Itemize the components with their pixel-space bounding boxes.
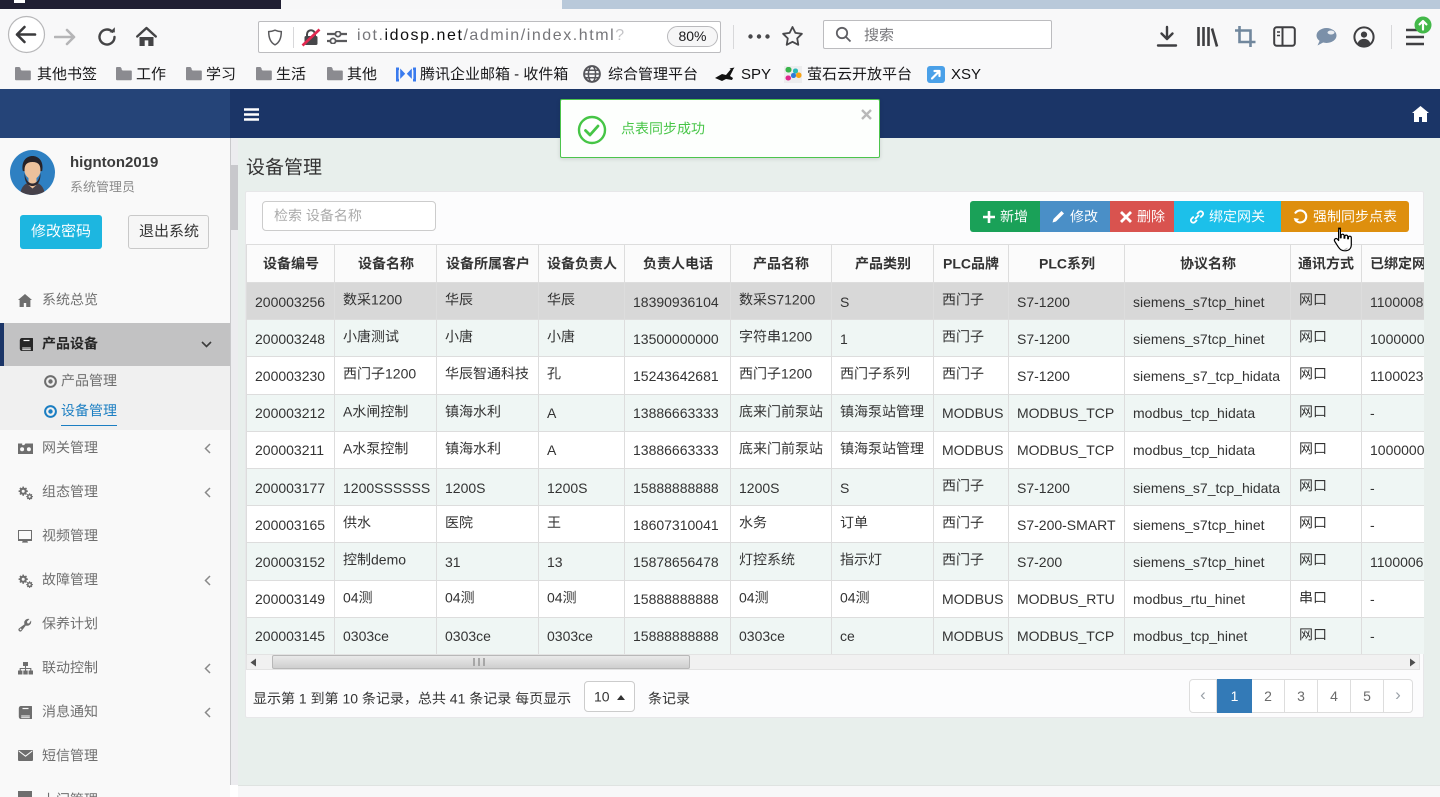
svg-text:41: 41 [446, 691, 469, 706]
svg-text:1200: 1200 [781, 329, 812, 344]
svg-text:hignton2019: hignton2019 [70, 154, 158, 171]
svg-text:04: 04 [445, 590, 461, 605]
svg-text:10: 10 [339, 691, 362, 706]
svg-text:04: 04 [547, 590, 563, 605]
svg-text:10: 10 [594, 689, 610, 704]
svg-text:A: A [343, 441, 353, 456]
svg-text:A: A [343, 404, 353, 419]
svg-text:04: 04 [840, 590, 856, 605]
svg-text:SPY: SPY [741, 66, 771, 83]
svg-text:04: 04 [343, 590, 359, 605]
svg-text:1200: 1200 [371, 292, 402, 307]
svg-text:XSY: XSY [951, 66, 981, 83]
svg-text:1200: 1200 [385, 366, 416, 381]
svg-text:1: 1 [295, 691, 311, 706]
svg-text:PLC: PLC [943, 256, 971, 271]
svg-text:04: 04 [739, 590, 755, 605]
svg-text:PLC: PLC [1039, 256, 1067, 271]
svg-text:1200: 1200 [781, 366, 812, 381]
svg-text:demo: demo [371, 552, 406, 567]
svg-text:S71200: S71200 [767, 292, 815, 307]
svg-text:-: - [510, 66, 523, 83]
